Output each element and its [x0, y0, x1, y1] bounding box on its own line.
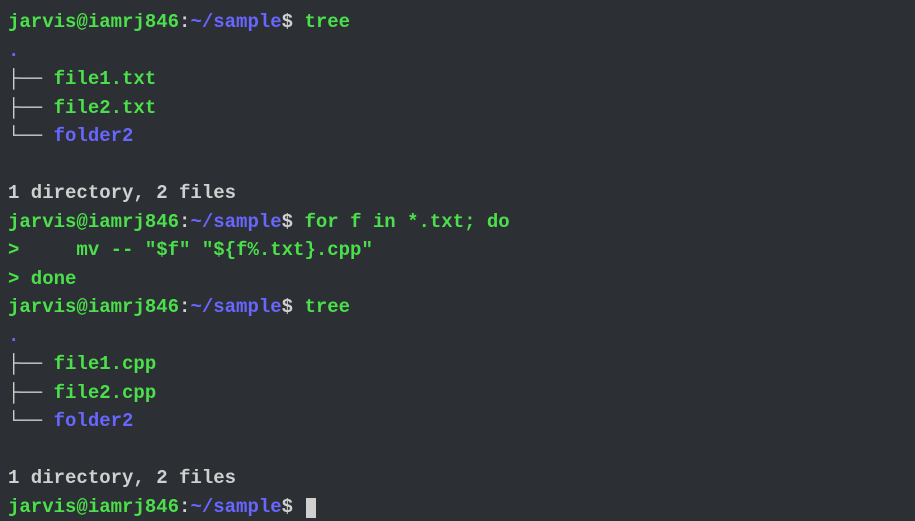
continuation-line: > mv -- "$f" "${f%.txt}.cpp": [8, 239, 373, 261]
terminal-line: .: [8, 322, 907, 351]
tree-file-name: file1.cpp: [54, 353, 157, 375]
tree-summary: 1 directory, 2 files: [8, 182, 236, 204]
command-text: for f in *.txt; do: [304, 211, 509, 233]
terminal-line: ├── file2.cpp: [8, 379, 907, 408]
prompt-colon: :: [179, 11, 190, 33]
tree-branch-glyph: └──: [8, 125, 54, 147]
tree-folder-name: folder2: [54, 410, 134, 432]
prompt-dollar: $: [282, 211, 305, 233]
terminal-line: > mv -- "$f" "${f%.txt}.cpp": [8, 236, 907, 265]
prompt-path: ~/sample: [190, 11, 281, 33]
prompt-path: ~/sample: [190, 296, 281, 318]
terminal-line: [8, 436, 907, 465]
terminal-line: ├── file1.cpp: [8, 350, 907, 379]
terminal-line: └── folder2: [8, 407, 907, 436]
cursor: [306, 498, 316, 518]
terminal-line: [8, 151, 907, 180]
tree-file-name: file2.txt: [54, 97, 157, 119]
terminal-line: 1 directory, 2 files: [8, 179, 907, 208]
terminal-line: └── folder2: [8, 122, 907, 151]
prompt-user: jarvis@iamrj846: [8, 496, 179, 518]
prompt-colon: :: [179, 296, 190, 318]
tree-summary: 1 directory, 2 files: [8, 467, 236, 489]
prompt-colon: :: [179, 496, 190, 518]
terminal-line: jarvis@iamrj846:~/sample$ tree: [8, 293, 907, 322]
tree-branch-glyph: ├──: [8, 68, 54, 90]
prompt-dollar: $: [282, 296, 305, 318]
command-text: tree: [304, 296, 350, 318]
tree-root-dot: .: [8, 40, 19, 62]
prompt-user: jarvis@iamrj846: [8, 296, 179, 318]
terminal-line: ├── file1.txt: [8, 65, 907, 94]
terminal-line: 1 directory, 2 files: [8, 464, 907, 493]
prompt-dollar: $: [282, 496, 305, 518]
prompt-user: jarvis@iamrj846: [8, 11, 179, 33]
terminal-output[interactable]: jarvis@iamrj846:~/sample$ tree.├── file1…: [8, 8, 907, 521]
prompt-path: ~/sample: [190, 496, 281, 518]
prompt-dollar: $: [282, 11, 305, 33]
tree-branch-glyph: ├──: [8, 353, 54, 375]
terminal-line: jarvis@iamrj846:~/sample$ tree: [8, 8, 907, 37]
command-text: tree: [304, 11, 350, 33]
tree-branch-glyph: ├──: [8, 382, 54, 404]
prompt-colon: :: [179, 211, 190, 233]
tree-folder-name: folder2: [54, 125, 134, 147]
tree-file-name: file2.cpp: [54, 382, 157, 404]
tree-root-dot: .: [8, 325, 19, 347]
terminal-line: jarvis@iamrj846:~/sample$: [8, 493, 907, 521]
prompt-user: jarvis@iamrj846: [8, 211, 179, 233]
prompt-path: ~/sample: [190, 211, 281, 233]
terminal-line: > done: [8, 265, 907, 294]
terminal-line: jarvis@iamrj846:~/sample$ for f in *.txt…: [8, 208, 907, 237]
tree-branch-glyph: └──: [8, 410, 54, 432]
terminal-line: ├── file2.txt: [8, 94, 907, 123]
tree-file-name: file1.txt: [54, 68, 157, 90]
terminal-line: .: [8, 37, 907, 66]
continuation-line: > done: [8, 268, 76, 290]
tree-branch-glyph: ├──: [8, 97, 54, 119]
